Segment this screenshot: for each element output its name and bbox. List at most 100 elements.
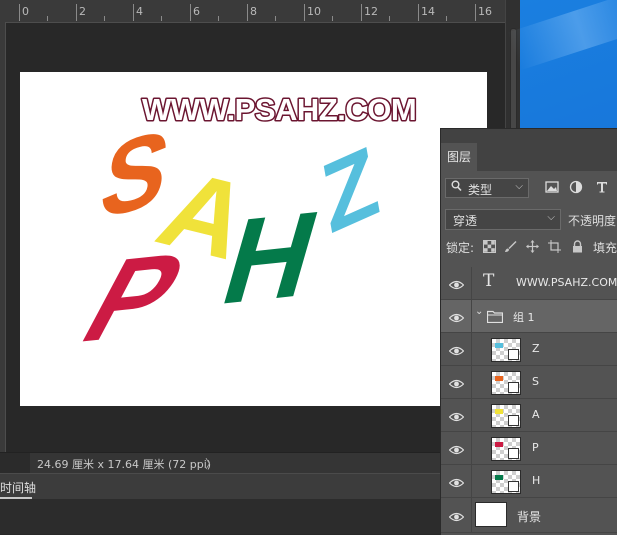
column-divider xyxy=(471,366,472,398)
ruler-tick xyxy=(361,4,362,21)
search-icon xyxy=(451,180,462,195)
layer-thumbnail xyxy=(491,371,521,395)
layer-row-text[interactable]: T WWW.PSAHZ.COM xyxy=(441,267,617,300)
eye-icon[interactable] xyxy=(448,441,465,455)
layer-name[interactable]: P xyxy=(532,441,539,454)
layer-thumbnail xyxy=(491,404,521,428)
artwork: WWW.PSAHZ.COM S Z A H P xyxy=(61,91,418,369)
ruler-label: 2 xyxy=(79,5,86,18)
ruler-label: 8 xyxy=(250,5,257,18)
layer-name[interactable]: 组 1 xyxy=(513,309,535,325)
layer-name[interactable]: S xyxy=(532,375,539,388)
column-divider xyxy=(471,432,472,464)
smart-object-icon xyxy=(508,481,519,492)
layer-row-a[interactable]: A xyxy=(441,399,617,432)
ruler-tick xyxy=(19,4,20,21)
layer-name[interactable]: 背景 xyxy=(517,508,541,525)
chevron-down-icon: ⌵ xyxy=(515,181,523,192)
horizontal-ruler[interactable]: 0 2 4 6 8 10 12 14 16 xyxy=(0,0,505,23)
type-filter-icon[interactable] xyxy=(595,179,613,197)
thumbnail-mark xyxy=(495,475,503,480)
ruler-tick xyxy=(47,16,48,21)
layer-row-p[interactable]: P xyxy=(441,432,617,465)
image-filter-icon[interactable] xyxy=(545,179,563,197)
status-bar: 24.69 厘米 x 17.64 厘米 (72 ppi) 〉 xyxy=(0,452,505,473)
lock-row: 锁定: 填充 xyxy=(441,235,617,259)
ruler-label: 0 xyxy=(22,5,29,18)
smart-object-icon xyxy=(508,415,519,426)
ruler-label: 6 xyxy=(193,5,200,18)
layer-row-group[interactable]: ⌄ 组 1 xyxy=(441,300,617,333)
layer-name[interactable]: A xyxy=(532,408,540,421)
layer-row-h[interactable]: H xyxy=(441,465,617,498)
eye-icon[interactable] xyxy=(448,276,465,290)
fill-label: 填充 xyxy=(593,241,617,255)
layer-row-background[interactable]: 背景 xyxy=(441,498,617,533)
letter-p-glyph: P xyxy=(61,228,206,368)
timeline-tab-label[interactable]: 时间轴 xyxy=(0,479,40,496)
layer-name[interactable]: Z xyxy=(532,342,540,355)
ruler-tick xyxy=(247,4,248,21)
layer-name[interactable]: H xyxy=(532,474,540,487)
eye-icon[interactable] xyxy=(448,375,465,389)
ruler-tick xyxy=(104,16,105,21)
document-canvas[interactable]: WWW.PSAHZ.COM S Z A H P xyxy=(20,72,487,406)
smart-object-icon xyxy=(508,382,519,393)
column-divider xyxy=(471,267,472,299)
blend-row: 穿透 ⌵ 不透明度 xyxy=(441,205,617,231)
thumbnail-mark xyxy=(495,409,503,414)
vertical-ruler[interactable] xyxy=(0,22,6,452)
ruler-tick xyxy=(218,16,219,21)
ruler-tick xyxy=(475,4,476,21)
status-menu-arrow[interactable]: 〉 xyxy=(205,455,217,472)
blend-mode-select[interactable]: 穿透 ⌵ xyxy=(445,209,561,230)
ruler-tick xyxy=(418,4,419,21)
eye-icon[interactable] xyxy=(448,408,465,422)
layer-thumbnail xyxy=(491,470,521,494)
column-divider xyxy=(471,498,472,532)
letter-p: P xyxy=(61,228,206,368)
ruler-tick xyxy=(275,16,276,21)
ruler-label: 4 xyxy=(136,5,143,18)
ruler-tick xyxy=(389,16,390,21)
lock-transparency-icon[interactable] xyxy=(483,238,498,253)
ruler-tick xyxy=(161,16,162,21)
filter-kind-select[interactable]: 类型 ⌵ xyxy=(445,178,529,198)
layer-row-z[interactable]: Z xyxy=(441,333,617,366)
tab-layers[interactable]: 图层 xyxy=(441,143,477,171)
thumbnail-mark xyxy=(495,442,503,447)
ruler-label: 16 xyxy=(478,5,492,18)
ruler-tick xyxy=(76,4,77,21)
document-info[interactable]: 24.69 厘米 x 17.64 厘米 (72 ppi) xyxy=(37,456,211,472)
panel-tab-bar: 图层 xyxy=(441,129,617,171)
column-divider xyxy=(471,465,472,497)
layer-thumbnail xyxy=(491,338,521,362)
expand-chevron-icon[interactable]: ⌄ xyxy=(475,306,483,317)
ruler-label: 12 xyxy=(364,5,378,18)
eye-icon[interactable] xyxy=(448,474,465,488)
zoom-field[interactable] xyxy=(0,453,30,473)
lock-image-pixels-icon[interactable] xyxy=(504,238,519,253)
lock-artboard-icon[interactable] xyxy=(548,238,563,253)
eye-icon[interactable] xyxy=(448,309,465,323)
eye-icon[interactable] xyxy=(448,342,465,356)
adjustment-filter-icon[interactable] xyxy=(569,179,587,197)
layer-thumbnail xyxy=(475,502,507,527)
ruler-tick xyxy=(446,16,447,21)
ruler-tick xyxy=(332,16,333,21)
ruler-label: 14 xyxy=(421,5,435,18)
ruler-tick xyxy=(190,4,191,21)
layer-row-s[interactable]: S xyxy=(441,366,617,399)
lock-all-icon[interactable] xyxy=(571,238,586,253)
layer-list: T WWW.PSAHZ.COM ⌄ 组 1 Z S A P H 背景 xyxy=(441,267,617,533)
eye-icon[interactable] xyxy=(448,508,465,522)
lock-position-icon[interactable] xyxy=(526,238,541,253)
layer-thumbnail xyxy=(491,437,521,461)
chevron-down-icon: ⌵ xyxy=(547,212,555,223)
ruler-tick xyxy=(133,4,134,21)
layer-name[interactable]: WWW.PSAHZ.COM xyxy=(516,276,617,289)
thumbnail-mark xyxy=(495,343,503,348)
smart-object-icon xyxy=(508,448,519,459)
type-layer-icon: T xyxy=(483,271,495,291)
blend-mode-value: 穿透 xyxy=(453,214,478,228)
